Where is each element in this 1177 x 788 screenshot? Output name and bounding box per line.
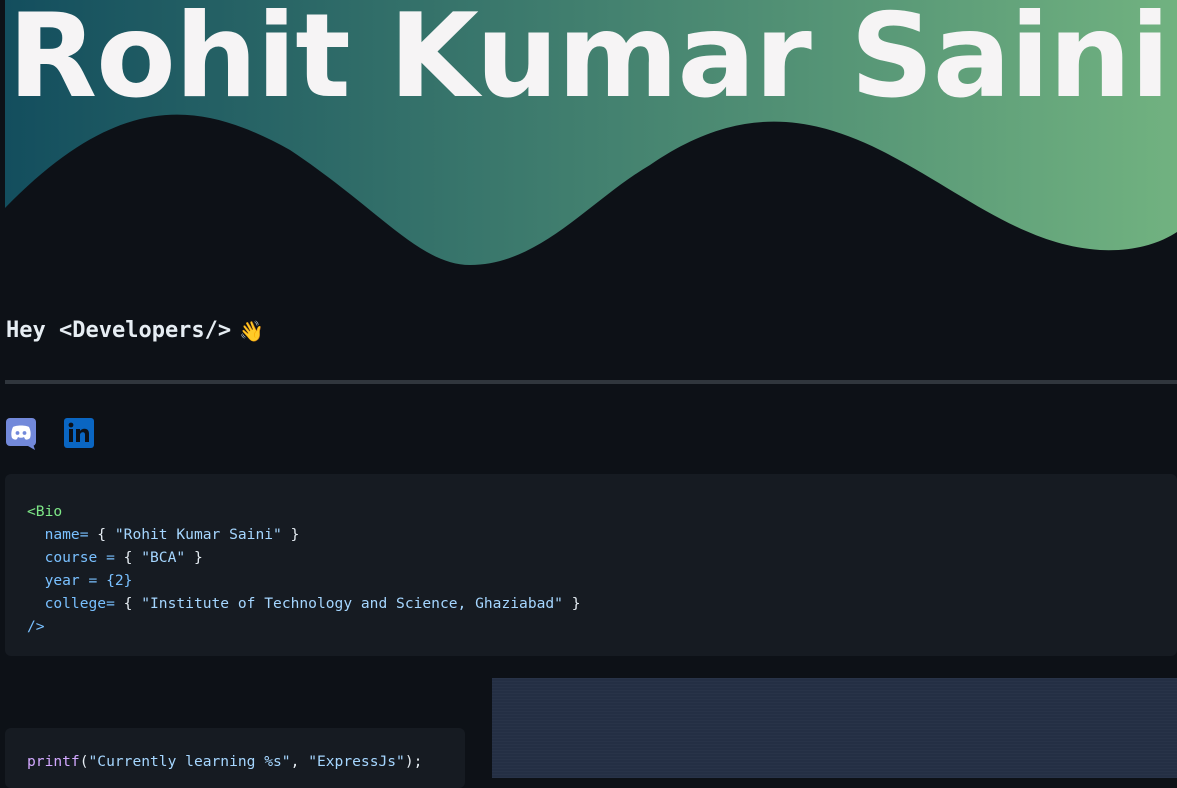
bio-name-value: "Rohit Kumar Saini" <box>114 526 282 543</box>
learning-fn: printf <box>27 753 80 770</box>
linkedin-icon <box>64 418 94 448</box>
bio-course-value: "BCA" <box>141 549 186 566</box>
section-divider <box>5 380 1177 384</box>
social-links <box>6 418 94 450</box>
bio-year-value: {2} <box>106 572 133 589</box>
greeting-heading: Hey <Developers/> 👋 <box>6 318 264 343</box>
bio-code-block: <Bio name= { "Rohit Kumar Saini" } cours… <box>5 474 1177 656</box>
bio-course-key: course = <box>44 549 115 566</box>
linkedin-link[interactable] <box>64 418 94 450</box>
banner-title: Rohit Kumar Saini <box>7 0 1170 124</box>
discord-link[interactable] <box>6 418 36 450</box>
bio-open-tag: <Bio <box>27 503 63 520</box>
bio-name-key: name= <box>44 526 89 543</box>
learning-arg: "ExpressJs" <box>308 753 405 770</box>
github-stats-card <box>492 678 1177 778</box>
learning-format: "Currently learning %s" <box>88 753 291 770</box>
learning-code-block: printf("Currently learning %s", "Express… <box>5 728 465 788</box>
bio-college-value: "Institute of Technology and Science, Gh… <box>141 595 563 612</box>
discord-icon <box>6 418 36 450</box>
greeting-text: Hey <Developers/> <box>6 318 232 343</box>
bio-year-key: year = <box>44 572 98 589</box>
bio-college-key: college= <box>44 595 115 612</box>
header-banner: Rohit Kumar Saini <box>0 0 1177 270</box>
learning-end: ); <box>404 753 423 770</box>
bio-close-tag: /> <box>27 618 45 635</box>
waving-hand-icon: 👋 <box>239 318 265 343</box>
